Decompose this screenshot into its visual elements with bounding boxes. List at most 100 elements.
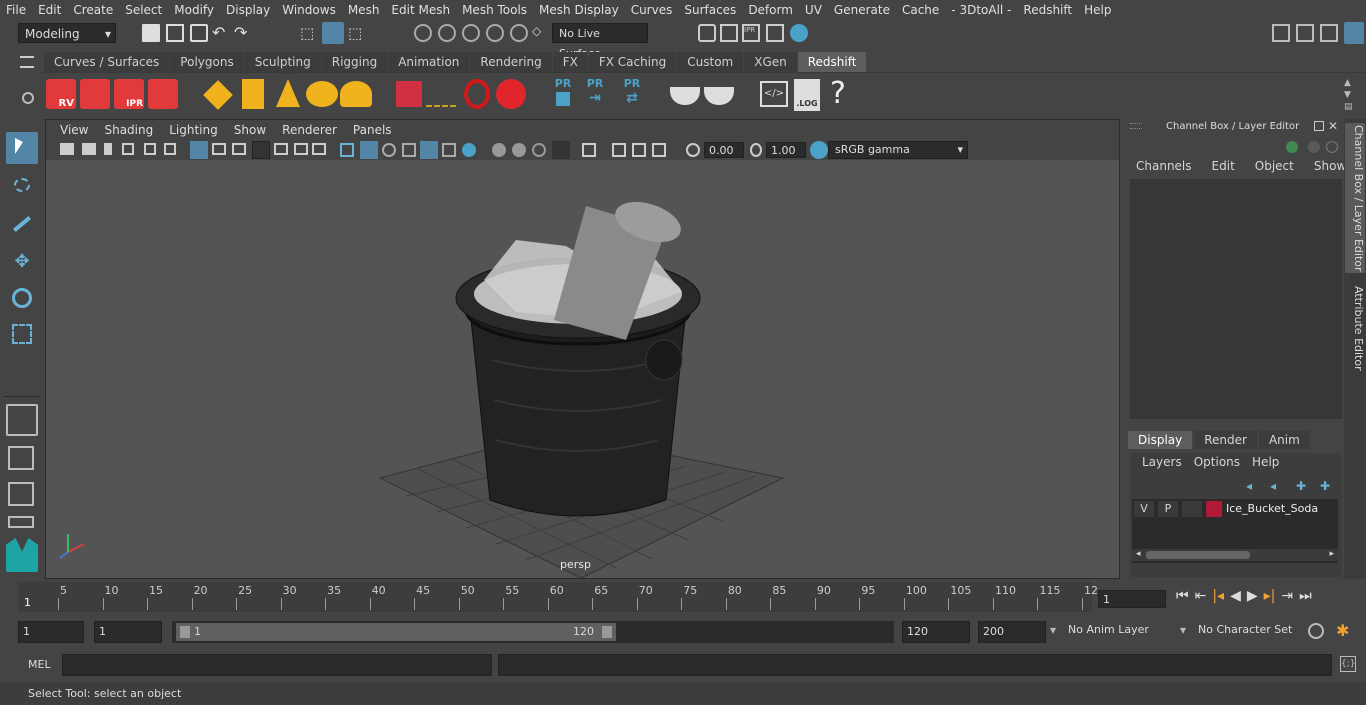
current-frame-field[interactable]: 1 [1098, 590, 1166, 608]
use-all-lights-icon[interactable] [420, 141, 438, 159]
save-scene-icon[interactable] [190, 24, 208, 42]
image-plane-icon[interactable] [122, 143, 134, 155]
depth-of-field-icon[interactable] [532, 143, 546, 157]
redshift-proxy-icon[interactable] [396, 81, 422, 107]
channel-box-toggle-icon[interactable] [1320, 24, 1338, 42]
code-icon[interactable]: </> [760, 81, 788, 107]
xray-icon[interactable] [582, 143, 596, 157]
play-backward-icon[interactable]: ◀ [1230, 588, 1241, 604]
move-tool-icon[interactable]: ✥ [6, 246, 38, 278]
camera-attributes-icon[interactable] [82, 143, 96, 155]
bowl-icon[interactable] [670, 87, 700, 105]
menu-select[interactable]: Select [119, 0, 168, 20]
pr-transfer-icon[interactable]: PR ⇄ [618, 77, 646, 111]
manipulator-icon[interactable] [1286, 141, 1298, 153]
layer-color-swatch[interactable] [1206, 501, 1222, 517]
color-management-icon[interactable] [810, 141, 828, 159]
shelf-tab-custom[interactable]: Custom [677, 52, 744, 72]
shelf-scroll-icon[interactable]: ▲ ▼ ▤ [1344, 77, 1356, 113]
pr-export-icon[interactable]: PR ⇥ [582, 77, 608, 111]
move-layer-up-icon[interactable]: ◂ [1246, 479, 1252, 493]
smooth-shade-icon[interactable] [360, 141, 378, 159]
pr-cube-icon[interactable]: PR [550, 77, 576, 111]
go-to-end-icon[interactable]: ⏭ [1299, 588, 1312, 604]
menu-edit[interactable]: Edit [32, 0, 67, 20]
menu-3dtoall[interactable]: - 3DtoAll - [945, 0, 1017, 20]
redshift-material-icon[interactable] [496, 79, 526, 109]
shelf-tab-fx[interactable]: FX [552, 52, 588, 72]
menu-edit-mesh[interactable]: Edit Mesh [385, 0, 456, 20]
bowl-steam-icon[interactable] [704, 87, 734, 105]
xray-components-icon[interactable] [632, 143, 646, 157]
layer-scrollbar[interactable]: ◂ ▸ [1132, 549, 1338, 561]
animation-end-field[interactable]: 200 [978, 621, 1046, 643]
scale-tool-icon[interactable] [6, 318, 38, 350]
character-set-dropdown[interactable]: No Character Set [1198, 623, 1292, 636]
ipr-render-icon[interactable]: IPR [742, 24, 760, 42]
viewport-menu-renderer[interactable]: Renderer [274, 123, 345, 137]
shelf-tab-rendering[interactable]: Rendering [470, 52, 552, 72]
move-layer-down-icon[interactable]: ◂ [1270, 479, 1276, 493]
anim-layer-dropdown[interactable]: No Anim Layer [1068, 623, 1149, 636]
grid-toggle-icon[interactable] [190, 141, 208, 159]
step-back-key-icon[interactable]: ⇤ [1195, 588, 1207, 604]
snap-surface-icon[interactable] [510, 24, 528, 42]
menu-surfaces[interactable]: Surfaces [678, 0, 742, 20]
menu-modify[interactable]: Modify [168, 0, 220, 20]
snap-grid-icon[interactable] [414, 24, 432, 42]
step-forward-frame-icon[interactable]: ▸| [1264, 588, 1276, 604]
redshift-options-icon[interactable] [148, 79, 178, 109]
chevron-down-icon[interactable]: ▾ [1050, 623, 1056, 637]
playback-start-field[interactable]: 1 [94, 621, 162, 643]
close-icon[interactable]: ✕ [1328, 119, 1338, 133]
layer-playback-toggle[interactable]: P [1158, 501, 1178, 517]
motion-blur-icon[interactable] [492, 143, 506, 157]
multisample-aa-icon[interactable] [512, 143, 526, 157]
shelf-tab-polygons[interactable]: Polygons [170, 52, 244, 72]
redshift-area-light-icon[interactable] [242, 79, 264, 109]
redshift-dome-light-icon[interactable] [306, 81, 338, 107]
backface-culling-icon[interactable] [652, 143, 666, 157]
open-scene-icon[interactable] [166, 24, 184, 42]
select-tool-icon[interactable] [6, 132, 38, 164]
menu-mesh[interactable]: Mesh [342, 0, 386, 20]
channel-menu-channels[interactable]: Channels [1126, 159, 1202, 173]
textured-icon[interactable] [402, 143, 416, 157]
menu-mesh-tools[interactable]: Mesh Tools [456, 0, 533, 20]
tab-anim[interactable]: Anim [1258, 431, 1310, 449]
wireframe-icon[interactable] [340, 143, 354, 157]
time-slider[interactable]: 5 10 15 20 25 30 35 40 45 50 55 60 65 70 75 80 85 90 95 100… [0, 580, 1366, 616]
redo-icon[interactable]: ↷ [234, 24, 252, 42]
menu-curves[interactable]: Curves [625, 0, 679, 20]
redshift-spot-light-icon[interactable] [276, 79, 300, 107]
redshift-light-icon[interactable] [203, 80, 233, 110]
redshift-ipr-icon[interactable]: IPR [114, 79, 144, 109]
shelf-tab-sculpting[interactable]: Sculpting [244, 52, 321, 72]
undo-icon[interactable]: ↶ [212, 24, 230, 42]
select-by-object-icon[interactable] [322, 22, 344, 44]
xray-joints-icon[interactable] [612, 143, 626, 157]
help-icon[interactable]: ? [830, 75, 852, 113]
viewport-menu-view[interactable]: View [52, 123, 96, 137]
channel-menu-object[interactable]: Object [1245, 159, 1304, 173]
channel-menu-edit[interactable]: Edit [1202, 159, 1245, 173]
grease-pencil-icon[interactable] [164, 143, 176, 155]
shelf-tab-animation[interactable]: Animation [388, 52, 470, 72]
snap-curve-icon[interactable] [438, 24, 456, 42]
script-editor-icon[interactable]: {;} [1340, 656, 1356, 672]
scroll-left-icon[interactable]: ◂ [1136, 549, 1141, 559]
four-view-layout-icon[interactable] [6, 444, 38, 472]
lasso-tool-icon[interactable] [6, 170, 38, 202]
command-language-label[interactable]: MEL [28, 658, 51, 671]
shelf-tab-xgen[interactable]: XGen [744, 52, 797, 72]
channel-list[interactable] [1130, 179, 1342, 419]
redshift-render-view-icon[interactable]: RV [46, 79, 76, 109]
step-back-frame-icon[interactable]: |◂ [1212, 588, 1224, 604]
screen-space-ao-icon[interactable] [462, 143, 476, 157]
wireframe-on-shaded-icon[interactable] [382, 143, 396, 157]
viewport-scene[interactable]: persp [46, 160, 1119, 578]
menu-generate[interactable]: Generate [828, 0, 896, 20]
step-forward-key-icon[interactable]: ⇥ [1281, 588, 1293, 604]
rotate-tool-icon[interactable] [6, 282, 38, 314]
shadows-icon[interactable] [442, 143, 456, 157]
